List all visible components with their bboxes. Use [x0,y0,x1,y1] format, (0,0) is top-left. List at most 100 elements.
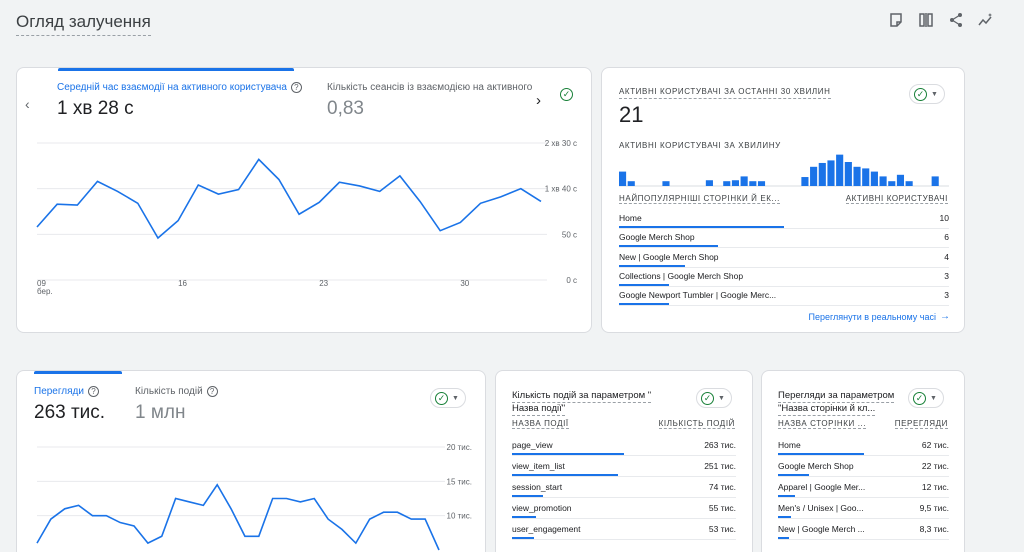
per-minute-bar-chart [619,154,949,187]
table-row[interactable]: Google Merch Shop 22 тис. [778,461,949,471]
table-row[interactable]: Apparel | Google Mer... 12 тис. [778,482,949,492]
realtime-card: АКТИВНІ КОРИСТУВАЧІ ЗА ОСТАННІ 30 ХВИЛИН… [601,67,965,333]
table-row[interactable]: Home 62 тис. [778,440,949,450]
table-row[interactable]: New | Google Merch ... 8,3 тис. [778,524,949,534]
check-circle-icon: ✓ [914,87,927,101]
row-divider [619,266,949,268]
row-name: Home [778,440,801,450]
table-row[interactable]: user_engagement 53 тис. [512,524,736,534]
y-tick-label: 1 хв 40 с [545,185,577,194]
minute-bar [844,162,852,186]
row-value: 8,3 тис. [919,524,949,534]
minute-bar [888,181,896,186]
views-card: Перегляди ? 263 тис. Кількість подій ? 1… [16,370,486,552]
views-line-chart: 20 тис. 15 тис. 10 тис. [36,443,472,551]
col-event-name: НАЗВА ПОДІЇ [512,419,569,429]
x-tick-label: 30 [460,279,469,288]
minute-bar [879,176,887,186]
page-views-card-title: Перегляди за параметром "Назва сторінки … [778,390,895,416]
engagement-line-chart: 2 хв 30 с1 хв 40 с50 с0 с09 16 23 30 [36,139,577,288]
series-line [36,483,440,551]
minute-bar [705,180,713,186]
share-icon[interactable] [948,12,964,28]
title-line-1: Кількість подій за параметром " [512,390,652,403]
table-row[interactable]: Men's / Unisex | Goo... 9,5 тис. [778,503,949,513]
series-line [36,158,542,240]
row-value: 22 тис. [921,461,949,471]
table-row[interactable]: session_start 74 тис. [512,482,736,492]
minute-bar [818,162,826,186]
table-row[interactable]: Home 10 [619,213,949,223]
row-value: 10 [939,213,949,223]
row-value: 263 тис. [704,440,736,450]
table-row[interactable]: page_view 263 тис. [512,440,736,450]
arrow-right-icon: → [940,311,950,322]
row-name: session_start [512,482,563,492]
minute-bar [731,180,740,186]
view-realtime-link[interactable]: Переглянути в реальному часі → [808,311,950,322]
row-value: 3 [944,270,949,281]
y-tick-label: 0 с [566,276,577,285]
row-name: Collections | Google Merch Shop [619,270,744,281]
row-divider [619,247,949,249]
table-row[interactable]: Collections | Google Merch Shop 3 [619,271,949,281]
minute-bar [870,171,878,186]
events-status-button[interactable]: ✓ ▼ [696,388,732,408]
col-views: ПЕРЕГЛЯДИ [894,419,948,429]
table-row[interactable]: New | Google Merch Shop 4 [619,252,949,262]
title-line-1: Перегляди за параметром [778,390,895,403]
row-name: Google Merch Shop [778,461,854,471]
col-page-title: НАЗВА СТОРІНКИ ... [778,419,867,429]
row-value: 12 тис. [921,482,949,492]
row-divider [512,476,736,477]
y-tick-label: 2 хв 30 с [545,139,577,148]
realtime-value: 21 [619,102,644,127]
events-card: Кількість подій за параметром " Назва по… [495,370,753,552]
minute-bar [757,181,766,186]
table-row[interactable]: view_promotion 55 тис. [512,503,736,513]
row-divider [512,518,736,519]
minute-bar [723,181,731,186]
row-value: 62 тис. [921,440,949,450]
row-name: Google Merch Shop [619,232,695,243]
row-divider [778,476,949,477]
minute-bar [836,154,844,186]
insights-icon[interactable] [978,12,994,28]
minute-bar [905,181,913,186]
x-tick-label: 23 [319,279,328,288]
events-card-title: Кількість подій за параметром " Назва по… [512,390,652,416]
note-icon[interactable] [888,12,904,28]
realtime-status-button[interactable]: ✓ ▼ [909,84,945,104]
compare-icon[interactable] [918,12,934,28]
row-value: 74 тис. [708,482,736,492]
row-divider [619,305,949,307]
y-tick-label: 50 с [562,230,577,239]
row-divider [778,497,949,498]
row-value: 251 тис. [704,461,736,471]
top-toolbar [888,12,994,28]
per-minute-title: АКТИВНІ КОРИСТУВАЧІ ЗА ХВИЛИНУ [619,141,781,150]
table-row[interactable]: Google Merch Shop 6 [619,232,949,242]
row-value: 3 [944,290,949,301]
row-divider [778,455,949,456]
minute-bar [896,174,905,186]
minute-bar [740,176,748,186]
pages-status-button[interactable]: ✓ ▼ [908,388,944,408]
check-circle-icon: ✓ [701,391,714,405]
col-event-count: КІЛЬКІСТЬ ПОДІЙ [658,419,735,429]
minute-bar [827,160,835,186]
y-tick-label: 20 тис. [447,443,472,452]
row-name: Home [619,213,642,223]
minute-bar [853,166,861,186]
row-value: 4 [944,251,949,262]
table-row[interactable]: view_item_list 251 тис. [512,461,736,471]
minute-bar [931,176,939,186]
check-circle-icon: ✓ [913,391,926,405]
x-axis-month-label: бер. [37,287,53,296]
page-views-card: Перегляди за параметром "Назва сторінки … [761,370,965,552]
link-label: Переглянути в реальному часі [808,311,936,322]
table-row[interactable]: Google Newport Tumbler | Google Merc... 3 [619,290,949,300]
row-name: view_item_list [512,461,565,471]
caret-down-icon: ▼ [931,90,938,98]
row-divider [619,285,949,287]
